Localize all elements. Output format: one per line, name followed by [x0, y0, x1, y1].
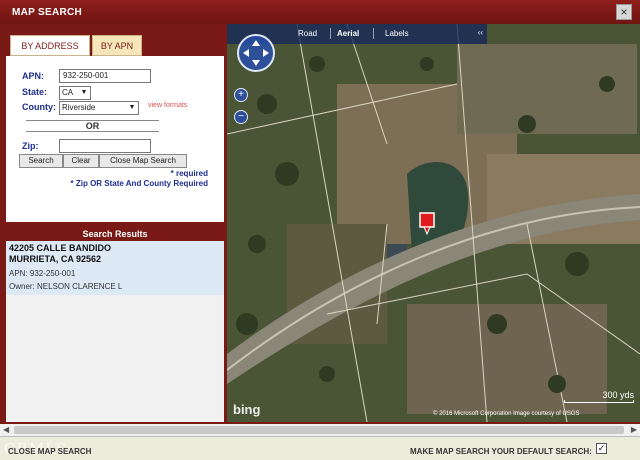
search-button[interactable]: Search [19, 154, 63, 168]
view-separator [330, 28, 331, 39]
tab-by-apn[interactable]: BY APN [92, 35, 142, 56]
window-titlebar: MAP SEARCH × [0, 0, 640, 24]
chevron-down-icon: ▼ [80, 89, 88, 96]
apn-input[interactable]: 932-250-001 [59, 69, 151, 83]
county-value: Riverside [62, 103, 96, 112]
tab-by-address[interactable]: BY ADDRESS [10, 35, 90, 56]
close-icon[interactable]: × [616, 4, 632, 20]
search-results: Search Results 42205 CALLE BANDIDO MURRI… [4, 226, 226, 424]
view-formats-link[interactable]: view formats [148, 102, 187, 109]
scrollbar-thumb[interactable] [14, 426, 624, 434]
search-tabs: BY ADDRESS BY APN [6, 30, 224, 56]
left-pane: BY ADDRESS BY APN APN: 932-250-001 State… [4, 28, 226, 424]
map-marker-icon[interactable] [417, 210, 437, 236]
scroll-left-icon[interactable]: ◀ [3, 424, 9, 436]
pan-arrows-icon [243, 40, 269, 66]
required-note: * required [170, 169, 208, 178]
zip-required-note: * Zip OR State And County Required [70, 179, 208, 188]
scroll-right-icon[interactable]: ▶ [631, 424, 637, 436]
map-scale: 300 yds [564, 390, 634, 403]
or-divider: OR [26, 120, 159, 132]
zoom-in-icon[interactable]: + [234, 88, 248, 102]
scale-bar [564, 400, 634, 403]
apn-label: APN: [22, 71, 44, 81]
collapse-icon[interactable]: ‹‹ [478, 28, 483, 37]
map-copyright: © 2016 Microsoft Corporation Image court… [433, 411, 580, 417]
view-road-option[interactable]: Road [298, 29, 317, 38]
results-header: Search Results [6, 228, 224, 241]
window-title: MAP SEARCH [12, 7, 83, 18]
bing-logo: bing [233, 402, 261, 417]
county-label: County: [22, 102, 56, 112]
footer-bar: CRMLS CLOSE MAP SEARCH MAKE MAP SEARCH Y… [0, 436, 640, 460]
state-select[interactable]: CA ▼ [59, 86, 91, 100]
result-owner: Owner: NELSON CLARENCE L [9, 282, 123, 291]
result-address-line1: 42205 CALLE BANDIDO [9, 243, 112, 253]
zip-label: Zip: [22, 141, 39, 151]
chevron-down-icon: ▼ [128, 104, 136, 111]
result-item[interactable]: 42205 CALLE BANDIDO MURRIETA, CA 92562 A… [6, 241, 224, 295]
view-aerial-option[interactable]: Aerial [337, 29, 359, 38]
aerial-map[interactable]: Road Aerial Labels ‹‹ + − 300 yds bing ©… [227, 24, 640, 422]
view-separator [373, 28, 374, 39]
map-search-body: BY ADDRESS BY APN APN: 932-250-001 State… [0, 24, 640, 436]
state-label: State: [22, 87, 48, 97]
pan-compass-icon[interactable] [237, 34, 275, 72]
zoom-out-icon[interactable]: − [234, 110, 248, 124]
county-select[interactable]: Riverside ▼ [59, 101, 139, 115]
horizontal-scrollbar[interactable]: ◀ ▶ [0, 424, 640, 436]
state-value: CA [62, 88, 74, 97]
scale-label: 300 yds [602, 390, 634, 400]
close-map-search-button[interactable]: Close Map Search [99, 154, 187, 168]
result-address-line2: MURRIETA, CA 92562 [9, 254, 102, 264]
search-form: BY ADDRESS BY APN APN: 932-250-001 State… [4, 28, 226, 224]
clear-button[interactable]: Clear [63, 154, 99, 168]
zip-input[interactable] [59, 139, 151, 153]
result-apn: APN: 932-250-001 [9, 269, 76, 278]
default-search-checkbox[interactable]: ✓ [596, 443, 607, 454]
view-labels-option[interactable]: Labels [385, 29, 409, 38]
close-map-search-link[interactable]: CLOSE MAP SEARCH [8, 447, 91, 456]
default-search-label: MAKE MAP SEARCH YOUR DEFAULT SEARCH: [410, 447, 592, 456]
